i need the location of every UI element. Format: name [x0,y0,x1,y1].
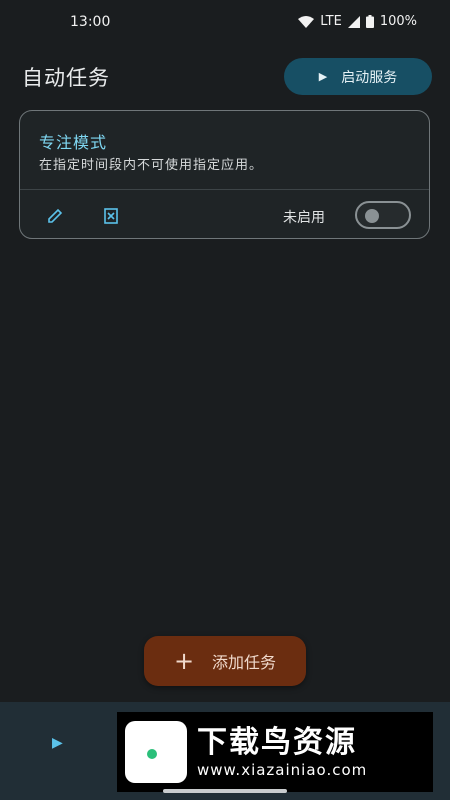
card-divider [20,189,429,190]
task-status: 未启用 [283,210,325,226]
watermark-brand: 下载鸟资源 [197,725,357,760]
network-label: LTE [320,14,342,29]
wifi-icon [298,15,315,28]
play-icon: ▶ [318,70,328,83]
logo-dot [147,749,157,759]
start-service-button[interactable]: ▶ 启动服务 [284,58,432,95]
delete-icon[interactable] [102,207,120,225]
page-title: 自动任务 [22,66,110,90]
start-service-label: 启动服务 [341,69,398,86]
status-bar: 13:00 LTE 100% [0,0,450,46]
status-time: 13:00 [70,14,111,30]
add-task-label: 添加任务 [212,653,277,672]
edit-icon[interactable] [46,207,64,225]
add-task-button[interactable]: + 添加任务 [144,636,306,686]
battery-level: 100% [379,14,417,29]
battery-icon [365,15,374,28]
home-indicator[interactable] [163,789,287,793]
plus-icon: + [173,647,195,675]
task-card[interactable]: 专注模式 在指定时间段内不可使用指定应用。 未启用 [19,110,430,239]
toggle-knob [365,209,379,223]
status-icons: LTE 100% [298,14,417,29]
watermark-url: www.xiazainiao.com [197,761,368,779]
watermark: 下载鸟资源 www.xiazainiao.com [117,712,433,792]
task-toggle[interactable] [355,201,411,229]
task-title: 专注模式 [39,133,108,152]
signal-icon [347,15,360,28]
task-description: 在指定时间段内不可使用指定应用。 [39,158,264,173]
watermark-logo [125,721,187,783]
play-icon[interactable]: ▶ [52,735,63,751]
